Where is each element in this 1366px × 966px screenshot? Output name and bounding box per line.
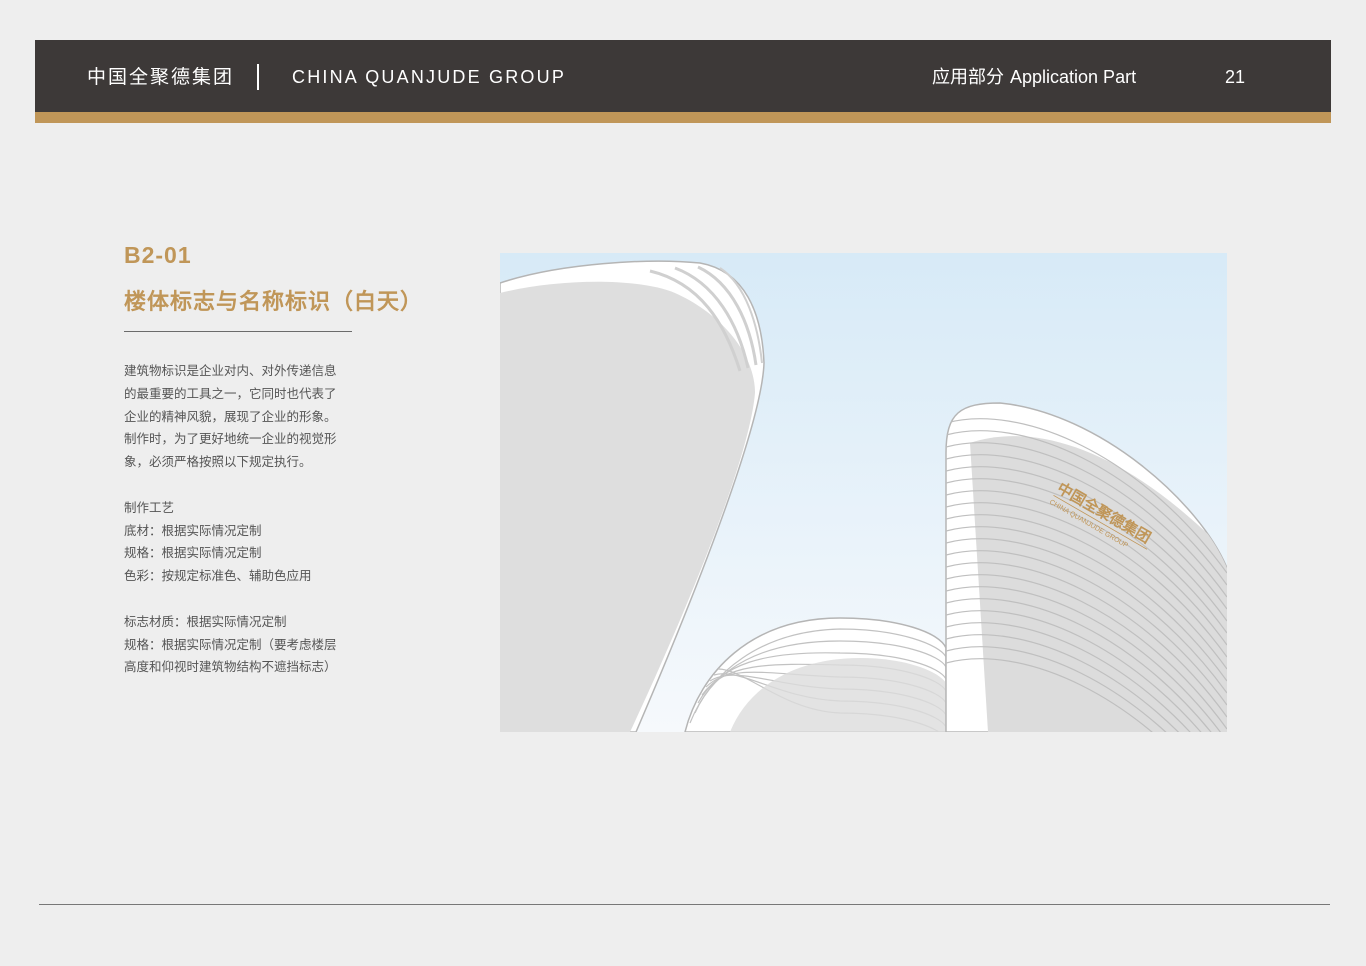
brand-name-en: CHINA QUANJUDE GROUP bbox=[292, 67, 567, 87]
paragraph-line: 建筑物标识是企业对内、对外传递信息 bbox=[124, 363, 337, 378]
building-signage-illustration: 中国全聚德集团 CHINA QUANJUDE GROUP bbox=[500, 253, 1227, 732]
brand-separator bbox=[257, 64, 259, 90]
material-line: 规格：根据实际情况定制（要考虑楼层 bbox=[124, 636, 337, 652]
header-bar: 中国全聚德集团 CHINA QUANJUDE GROUP 应用部分 Applica… bbox=[35, 40, 1331, 112]
page-title: 楼体标志与名称标识（白天） bbox=[124, 290, 424, 315]
craft-heading: 制作工艺 bbox=[124, 499, 175, 515]
footer-divider bbox=[39, 904, 1330, 905]
brand-name-cn: 中国全聚德集团 bbox=[87, 66, 235, 88]
paragraph-line: 企业的精神风貌，展现了企业的形象。 bbox=[124, 408, 337, 424]
craft-line: 底材：根据实际情况定制 bbox=[124, 522, 262, 538]
material-line: 高度和仰视时建筑物结构不遮挡标志） bbox=[124, 659, 337, 675]
craft-line: 色彩：按规定标准色、辅助色应用 bbox=[124, 568, 312, 584]
page-number: 21 bbox=[1225, 67, 1246, 87]
description-block: 建筑物标识是企业对内、对外传递信息 的最重要的工具之一，它同时也代表了 企业的精… bbox=[124, 360, 364, 679]
section-label-en: Application Part bbox=[1010, 67, 1137, 87]
title-divider bbox=[124, 331, 352, 332]
item-code: B2-01 bbox=[124, 242, 192, 268]
paragraph-line: 制作时，为了更好地统一企业的视觉形 bbox=[124, 431, 337, 447]
craft-line: 规格：根据实际情况定制 bbox=[124, 545, 262, 561]
material-line: 标志材质：根据实际情况定制 bbox=[124, 613, 287, 629]
header-accent-stripe bbox=[35, 112, 1331, 123]
paragraph-line: 的最重要的工具之一，它同时也代表了 bbox=[124, 385, 337, 401]
paragraph-line: 象，必须严格按照以下规定执行。 bbox=[124, 454, 312, 470]
section-label-cn: 应用部分 bbox=[932, 67, 1004, 88]
section-label: 应用部分 Application Part bbox=[932, 64, 1136, 91]
